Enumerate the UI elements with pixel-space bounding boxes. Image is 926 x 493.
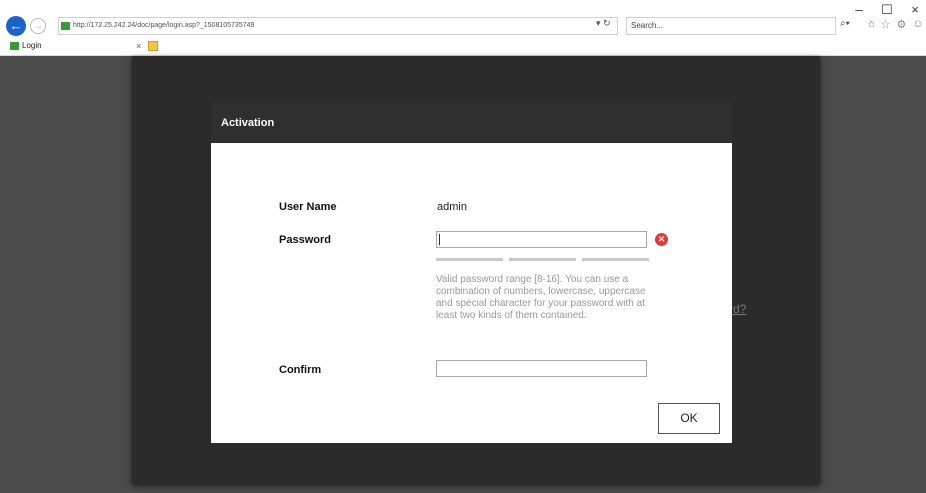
text-caret	[439, 234, 440, 245]
browser-chrome: – ☐ × ← → http://172.25.242.24/doc/page/…	[0, 0, 926, 56]
window-controls: – ☐ ×	[852, 2, 922, 18]
refresh-button[interactable]: ▾ ↻	[596, 18, 611, 29]
strength-segment	[582, 258, 649, 261]
close-window-button[interactable]: ×	[908, 2, 922, 18]
username-label: User Name	[279, 201, 337, 213]
confirm-label: Confirm	[279, 364, 322, 376]
tab-favicon-icon	[10, 42, 19, 50]
home-icon[interactable]: ⌂	[868, 18, 875, 31]
strength-segment	[436, 258, 503, 261]
password-hint: Valid password range [8-16]. You can use…	[436, 274, 646, 321]
strength-segment	[509, 258, 576, 261]
new-tab-button[interactable]	[148, 41, 158, 51]
error-icon: ✕	[655, 233, 668, 246]
search-icon[interactable]: ⌕▾	[840, 18, 850, 29]
toolbar-icons: ⌂ ☆ ⚙ ☺	[868, 18, 924, 31]
tab-close-icon[interactable]: ×	[136, 37, 141, 55]
address-url: http://172.25.242.24/doc/page/login.asp?…	[73, 22, 255, 29]
tab-title: Login	[22, 41, 42, 50]
password-label: Password	[279, 234, 331, 246]
ok-button[interactable]: OK	[658, 403, 720, 434]
search-input[interactable]: Search...	[626, 17, 836, 35]
maximize-button[interactable]: ☐	[880, 2, 894, 18]
activation-dialog: Activation User Name admin Password ✕ Va…	[211, 103, 732, 443]
back-button[interactable]: ←	[6, 16, 26, 36]
password-strength-meter	[436, 258, 649, 261]
confirm-password-field[interactable]	[436, 360, 647, 377]
username-value: admin	[437, 201, 467, 213]
back-arrow-icon: ←	[9, 18, 23, 33]
gear-icon[interactable]: ⚙	[897, 18, 907, 31]
forward-arrow-icon: →	[33, 21, 43, 31]
browser-tab[interactable]: Login ×	[8, 37, 158, 56]
smiley-icon[interactable]: ☺	[912, 18, 923, 31]
dialog-title: Activation	[211, 103, 732, 143]
favorites-icon[interactable]: ☆	[881, 18, 891, 31]
minimize-button[interactable]: –	[852, 2, 866, 18]
forward-button[interactable]: →	[30, 18, 46, 34]
site-icon	[61, 22, 70, 30]
password-field[interactable]	[436, 231, 647, 248]
address-bar[interactable]: http://172.25.242.24/doc/page/login.asp?…	[58, 17, 618, 35]
